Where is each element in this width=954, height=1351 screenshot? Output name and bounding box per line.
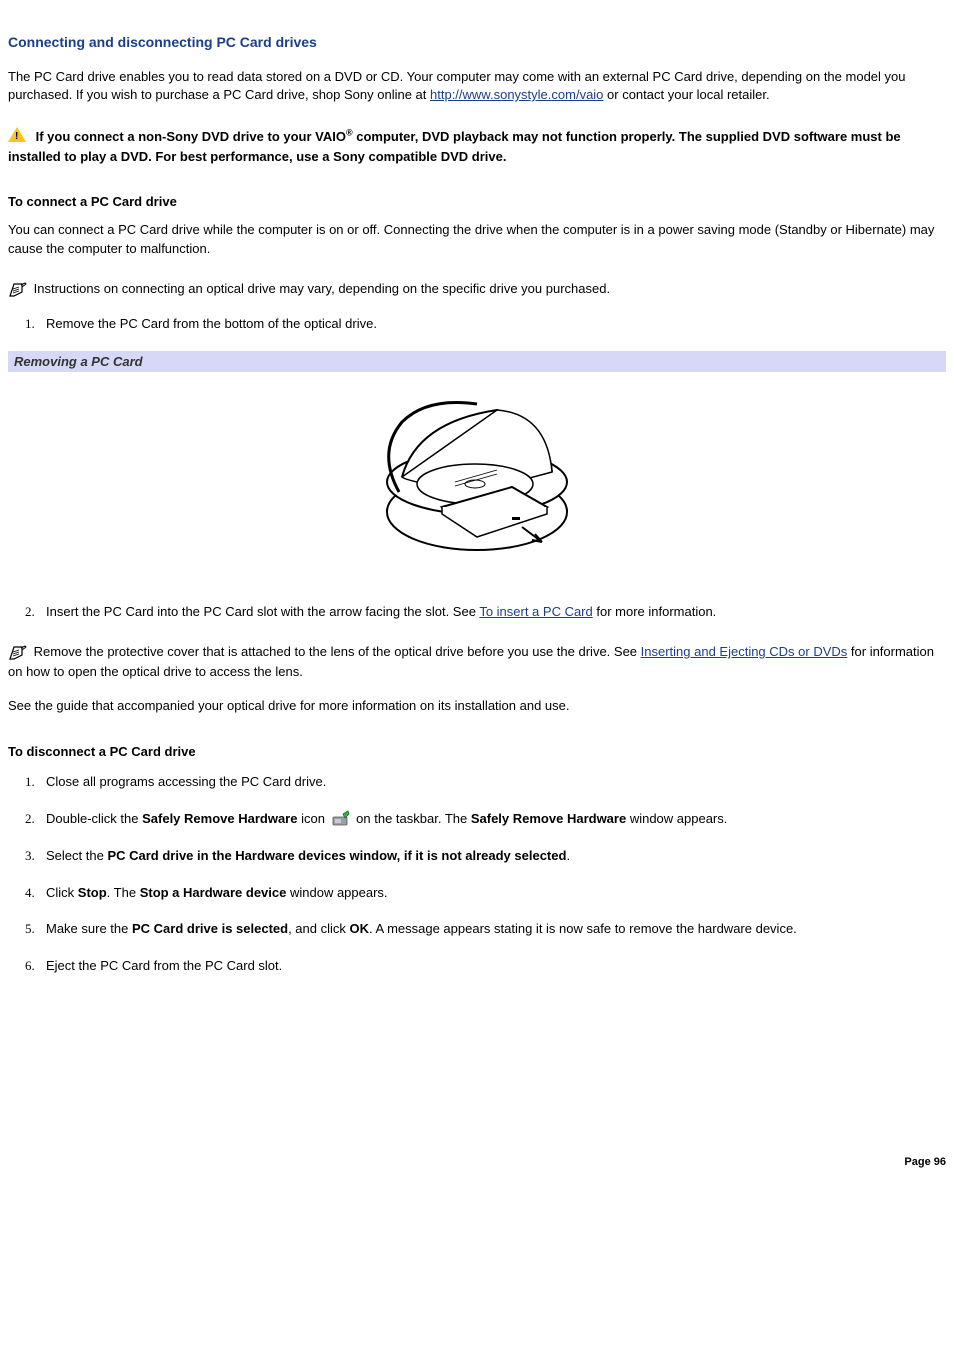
- page-title: Connecting and disconnecting PC Card dri…: [8, 34, 946, 50]
- d4-bold1: Stop: [78, 885, 107, 900]
- step2-pre: Insert the PC Card into the PC Card slot…: [46, 604, 479, 619]
- d3-pre: Select the: [46, 848, 107, 863]
- figure-caption: Removing a PC Card: [8, 351, 946, 372]
- d5-post: . A message appears stating it is now sa…: [369, 921, 797, 936]
- intro-paragraph: The PC Card drive enables you to read da…: [8, 68, 946, 104]
- disconnect-step-4: Click Stop. The Stop a Hardware device w…: [38, 884, 946, 903]
- sonystyle-link[interactable]: http://www.sonystyle.com/vaio: [430, 87, 603, 102]
- insert-pc-card-link[interactable]: To insert a PC Card: [479, 604, 592, 619]
- d4-post: window appears.: [286, 885, 387, 900]
- d2-post: window appears.: [626, 811, 727, 826]
- disconnect-heading: To disconnect a PC Card drive: [8, 744, 946, 759]
- d5-bold2: OK: [350, 921, 370, 936]
- page-number: Page 96: [8, 1156, 946, 1168]
- connect-heading: To connect a PC Card drive: [8, 194, 946, 209]
- d2-mid2: on the taskbar. The: [353, 811, 471, 826]
- disconnect-steps: Close all programs accessing the PC Card…: [38, 773, 946, 976]
- disconnect-step-6: Eject the PC Card from the PC Card slot.: [38, 957, 946, 976]
- see-guide-paragraph: See the guide that accompanied your opti…: [8, 697, 946, 716]
- d2-pre: Double-click the: [46, 811, 142, 826]
- connect-step-2: Insert the PC Card into the PC Card slot…: [38, 603, 946, 622]
- d5-pre: Make sure the: [46, 921, 132, 936]
- connect-steps-cont: Insert the PC Card into the PC Card slot…: [38, 603, 946, 622]
- d5-mid1: , and click: [288, 921, 349, 936]
- d2-mid1: icon: [297, 811, 328, 826]
- step2-post: for more information.: [593, 604, 717, 619]
- warning-text-pre: If you connect a non-Sony DVD drive to y…: [36, 129, 346, 144]
- registered-mark: ®: [346, 128, 353, 138]
- lens-note-pre: Remove the protective cover that is atta…: [34, 644, 641, 659]
- warning-icon: [8, 127, 26, 142]
- d4-bold2: Stop a Hardware device: [140, 885, 287, 900]
- figure-image: [8, 382, 946, 575]
- disconnect-step-2: Double-click the Safely Remove Hardware …: [38, 810, 946, 829]
- connect-step-1: Remove the PC Card from the bottom of th…: [38, 315, 946, 334]
- d2-bold2: Safely Remove Hardware: [471, 811, 626, 826]
- d3-post: .: [566, 848, 570, 863]
- connect-note-text: Instructions on connecting an optical dr…: [34, 281, 610, 296]
- connect-paragraph: You can connect a PC Card drive while th…: [8, 221, 946, 259]
- disconnect-step-1: Close all programs accessing the PC Card…: [38, 773, 946, 792]
- inserting-ejecting-link[interactable]: Inserting and Ejecting CDs or DVDs: [641, 644, 848, 659]
- note-icon: [8, 282, 28, 298]
- safely-remove-hardware-icon: [331, 811, 351, 829]
- d4-mid: . The: [107, 885, 140, 900]
- note-icon: [8, 645, 28, 661]
- disconnect-step-3: Select the PC Card drive in the Hardware…: [38, 847, 946, 866]
- d4-pre: Click: [46, 885, 78, 900]
- connect-steps: Remove the PC Card from the bottom of th…: [38, 315, 946, 334]
- intro-text-post: or contact your local retailer.: [603, 87, 769, 102]
- d2-bold1: Safely Remove Hardware: [142, 811, 297, 826]
- d3-bold: PC Card drive in the Hardware devices wi…: [107, 848, 566, 863]
- disconnect-step-5: Make sure the PC Card drive is selected,…: [38, 920, 946, 939]
- d5-bold1: PC Card drive is selected: [132, 921, 288, 936]
- lens-note: Remove the protective cover that is atta…: [8, 642, 946, 681]
- warning-block: If you connect a non-Sony DVD drive to y…: [8, 126, 946, 166]
- connect-note: Instructions on connecting an optical dr…: [8, 279, 946, 299]
